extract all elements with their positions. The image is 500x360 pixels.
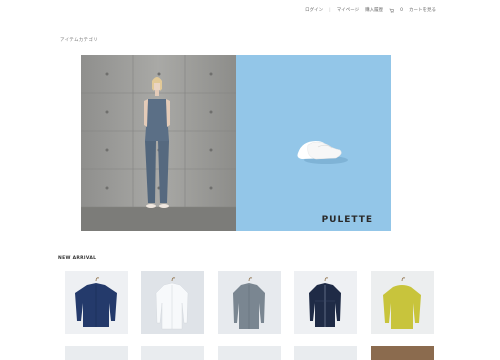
cart-count: 0 <box>400 7 403 13</box>
product-card[interactable] <box>218 271 281 334</box>
new-arrival-title: NEW ARRIVAL <box>58 256 97 261</box>
hero-right-panel: PULETTE <box>236 55 391 231</box>
hero-banner[interactable]: PULETTE <box>81 55 391 231</box>
product-card[interactable] <box>294 271 357 334</box>
product-card[interactable] <box>371 271 434 334</box>
top-nav: ログイン | マイページ 購入履歴 0 カートを見る <box>305 7 436 14</box>
login-link[interactable]: ログイン <box>305 7 323 13</box>
account-link[interactable]: マイページ <box>337 7 359 13</box>
history-link[interactable]: 購入履歴 <box>365 7 383 13</box>
item-category-link[interactable]: アイテムカテゴリ <box>60 37 98 43</box>
brand-logo: PULETTE <box>321 215 373 225</box>
denim-jacket-icon <box>294 271 357 334</box>
cart-link[interactable]: カートを見る <box>409 7 436 13</box>
cart-icon[interactable] <box>389 8 395 13</box>
product-card[interactable] <box>141 271 204 334</box>
gray-shirt-icon <box>218 271 281 334</box>
navy-jacket-icon <box>65 271 128 334</box>
product-card[interactable] <box>65 271 128 334</box>
yellow-sweater-icon <box>371 271 434 334</box>
white-shirt-icon <box>141 271 204 334</box>
white-shoes-image <box>236 55 391 231</box>
nav-separator: | <box>329 7 331 13</box>
concrete-wall-model-image <box>81 55 236 231</box>
hero-left-panel <box>81 55 236 231</box>
